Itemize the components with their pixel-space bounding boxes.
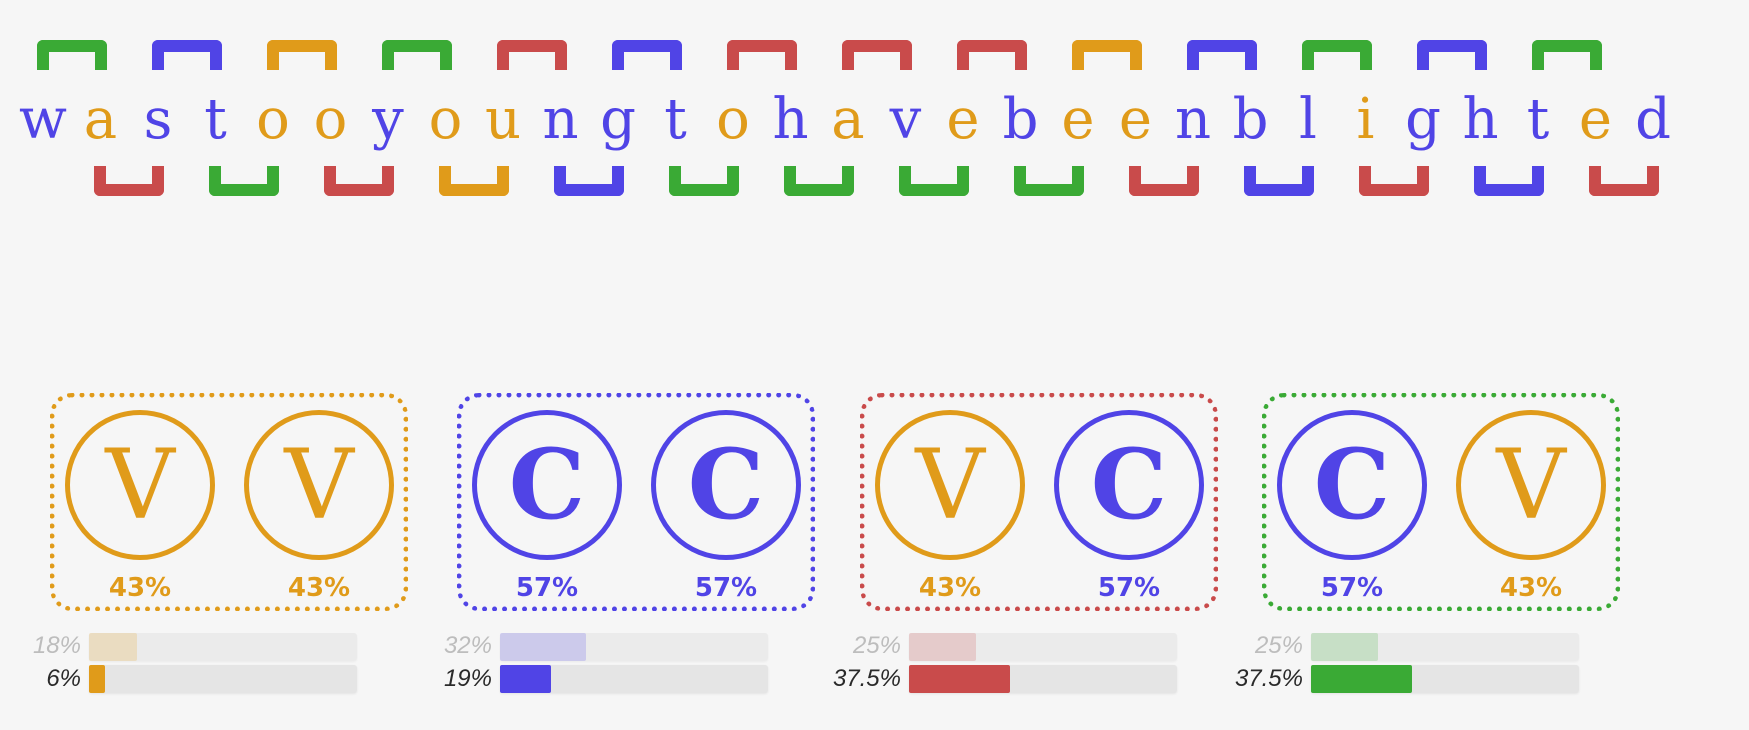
vowel-consonant-pair-diagram: wastooyoungtohavebeenblighted V 43% V 43% C 5… bbox=[0, 0, 1749, 730]
actual-bar-track bbox=[500, 665, 768, 693]
expected-bar-track bbox=[1311, 633, 1579, 661]
sentence-letter: v bbox=[889, 87, 922, 152]
bottom-pair-bracket bbox=[1589, 166, 1660, 196]
bottom-pair-bracket bbox=[669, 166, 740, 196]
sentence-letter: n bbox=[1174, 87, 1212, 152]
sentence-letter: w bbox=[19, 87, 67, 152]
bottom-pair-bracket bbox=[1014, 166, 1085, 196]
sentence-letter: n bbox=[542, 87, 579, 152]
sentence-letter: o bbox=[428, 87, 463, 152]
sentence-letter: h bbox=[1462, 87, 1499, 152]
top-pair-bracket bbox=[1071, 40, 1142, 70]
sentence-letter: d bbox=[1635, 87, 1671, 152]
letter-percentage: 43% bbox=[287, 573, 351, 603]
top-pair-bracket bbox=[36, 40, 107, 70]
letter-percentage: 43% bbox=[918, 573, 982, 603]
bottom-pair-bracket bbox=[324, 166, 395, 196]
letter-percentage: 57% bbox=[1320, 573, 1384, 603]
sentence-letter: t bbox=[664, 87, 687, 152]
actual-percentage-label: 37.5% bbox=[1234, 665, 1303, 692]
top-pair-bracket bbox=[266, 40, 337, 70]
sentence-letter: i bbox=[1356, 87, 1375, 152]
sentence-letter: y bbox=[372, 87, 404, 152]
actual-bar-fill bbox=[500, 665, 551, 693]
expected-percentage-label: 32% bbox=[443, 632, 492, 659]
bottom-pair-bracket bbox=[439, 166, 510, 196]
expected-percentage-label: 25% bbox=[1254, 632, 1303, 659]
actual-percentage-label: 6% bbox=[46, 665, 81, 692]
sentence-letter: e bbox=[1118, 87, 1153, 152]
top-pair-bracket bbox=[726, 40, 797, 70]
top-pair-bracket bbox=[1416, 40, 1487, 70]
actual-bar-fill bbox=[1311, 665, 1412, 693]
expected-bar-fill bbox=[1311, 633, 1378, 661]
expected-bar-track bbox=[89, 633, 357, 661]
sentence-letter: e bbox=[1061, 87, 1095, 152]
sentence-letter: s bbox=[143, 87, 173, 152]
actual-bar-fill bbox=[909, 665, 1010, 693]
top-pair-bracket bbox=[611, 40, 682, 70]
expected-bar-track bbox=[500, 633, 768, 661]
sentence-letter: b bbox=[1232, 87, 1269, 152]
bottom-pair-bracket bbox=[784, 166, 855, 196]
expected-percentage-label: 25% bbox=[852, 632, 901, 659]
consonant-circle: C bbox=[651, 410, 801, 560]
vowel-circle: V bbox=[244, 410, 394, 560]
consonant-circle: C bbox=[1277, 410, 1427, 560]
vowel-circle: V bbox=[65, 410, 215, 560]
bottom-pair-bracket bbox=[1244, 166, 1315, 196]
vowel-circle: V bbox=[1456, 410, 1606, 560]
actual-percentage-label: 37.5% bbox=[832, 665, 901, 692]
sentence-letter: e bbox=[1578, 87, 1613, 152]
bottom-pair-bracket bbox=[1359, 166, 1430, 196]
expected-bar-fill bbox=[500, 633, 586, 661]
sentence-letter: a bbox=[83, 87, 118, 152]
bottom-pair-bracket bbox=[94, 166, 165, 196]
expected-percentage-label: 18% bbox=[32, 632, 81, 659]
sentence-letter: g bbox=[1405, 87, 1441, 152]
top-pair-bracket bbox=[1186, 40, 1257, 70]
expected-bar-track bbox=[909, 633, 1177, 661]
bottom-pair-bracket bbox=[209, 166, 280, 196]
sentence-letter: t bbox=[204, 87, 227, 152]
consonant-circle: C bbox=[1054, 410, 1204, 560]
top-pair-bracket bbox=[381, 40, 452, 70]
sentence-letter: o bbox=[716, 87, 750, 152]
sentence-letter: t bbox=[1526, 87, 1550, 152]
vowel-circle: V bbox=[875, 410, 1025, 560]
actual-percentage-label: 19% bbox=[443, 665, 492, 692]
expected-bar-fill bbox=[89, 633, 138, 661]
bottom-pair-bracket bbox=[1474, 166, 1545, 196]
consonant-circle: C bbox=[472, 410, 622, 560]
sentence-letter: e bbox=[946, 87, 980, 152]
sentence-letter: g bbox=[600, 87, 636, 152]
sentence-letter: h bbox=[772, 87, 809, 152]
top-pair-bracket bbox=[1301, 40, 1372, 70]
sentence-letter: o bbox=[313, 87, 348, 152]
actual-bar-track bbox=[909, 665, 1177, 693]
letter-percentage: 57% bbox=[515, 573, 579, 603]
bottom-pair-bracket bbox=[899, 166, 970, 196]
letter-percentage: 43% bbox=[108, 573, 172, 603]
sentence-letter: u bbox=[484, 87, 522, 152]
sentence-letter: l bbox=[1299, 87, 1317, 152]
actual-bar-fill bbox=[89, 665, 106, 693]
top-pair-bracket bbox=[956, 40, 1027, 70]
sentence-letter: a bbox=[831, 87, 865, 152]
sentence-letter: o bbox=[256, 87, 290, 152]
letter-percentage: 57% bbox=[694, 573, 758, 603]
top-pair-bracket bbox=[151, 40, 222, 70]
actual-bar-track bbox=[1311, 665, 1579, 693]
expected-bar-fill bbox=[909, 633, 976, 661]
bottom-pair-bracket bbox=[554, 166, 625, 196]
bottom-pair-bracket bbox=[1129, 166, 1200, 196]
actual-bar-track bbox=[89, 665, 357, 693]
top-pair-bracket bbox=[841, 40, 912, 70]
top-pair-bracket bbox=[496, 40, 567, 70]
letter-percentage: 57% bbox=[1097, 573, 1161, 603]
letter-percentage: 43% bbox=[1499, 573, 1563, 603]
sentence-letter: b bbox=[1002, 87, 1039, 152]
top-pair-bracket bbox=[1531, 40, 1602, 70]
